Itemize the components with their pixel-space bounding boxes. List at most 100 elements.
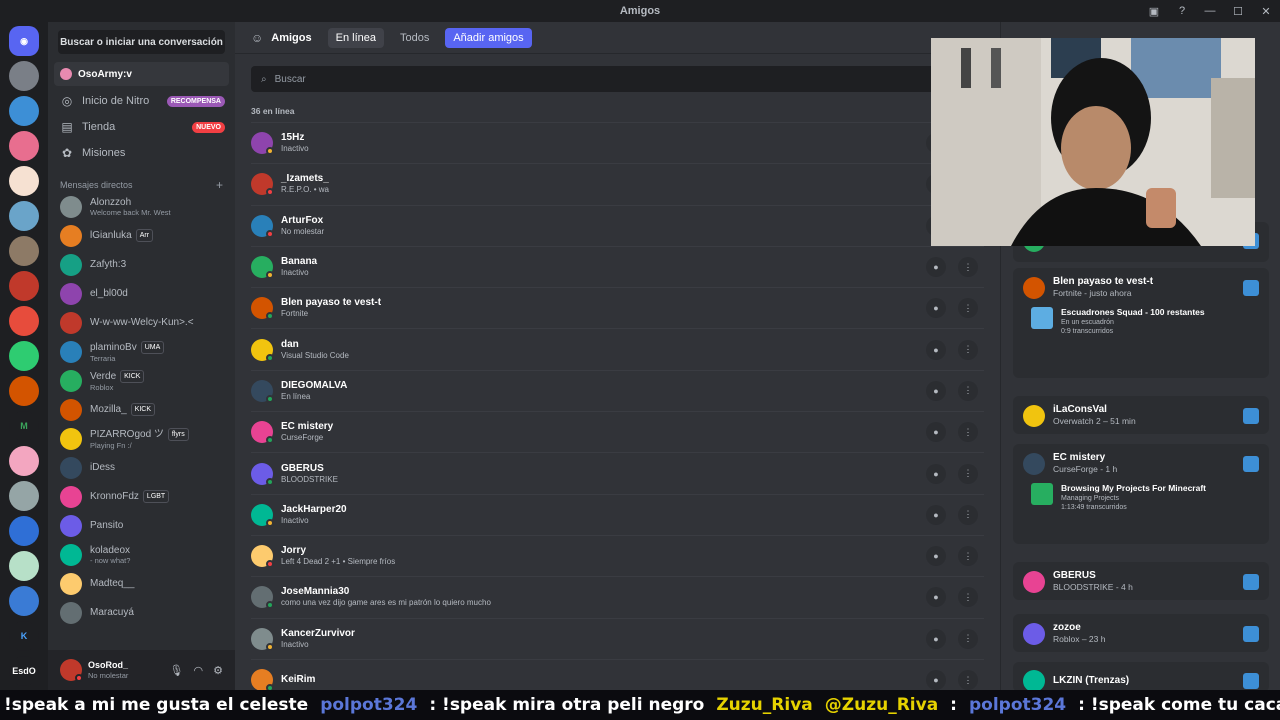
server-icon[interactable] <box>9 131 39 161</box>
nav-item-quests[interactable]: ✿ Misiones <box>48 140 235 166</box>
nav-item-nitro[interactable]: ◎ Inicio de Nitro RECOMPENSA <box>48 88 235 114</box>
more-options-icon[interactable]: ⋮ <box>958 257 978 278</box>
dm-item[interactable]: koladeox - now what? <box>48 540 235 569</box>
activity-card[interactable]: zozoe Roblox – 23 h <box>1013 614 1269 652</box>
activity-card[interactable]: LKZIN (Trenzas) <box>1013 662 1269 692</box>
friend-row[interactable]: JoseMannia30 como una vez dijo game ares … <box>251 576 984 617</box>
dm-item[interactable]: Mozilla_ KICK <box>48 395 235 424</box>
message-icon[interactable]: ● <box>926 670 946 690</box>
friend-row[interactable]: KancerZurvivor Inactivo ● ⋮ <box>251 617 984 659</box>
dm-item[interactable]: Maracuyá <box>48 598 235 627</box>
help-icon[interactable]: ? <box>1168 0 1196 22</box>
plus-icon[interactable]: + <box>216 178 223 192</box>
tab-online[interactable]: En línea <box>327 27 384 48</box>
server-icon[interactable] <box>9 481 39 511</box>
friend-row[interactable]: Banana Inactivo ● ⋮ <box>251 245 984 287</box>
dm-item[interactable]: el_bl00d <box>48 279 235 308</box>
dm-item[interactable]: Zafyth:3 <box>48 250 235 279</box>
message-icon[interactable]: ● <box>926 339 946 360</box>
activity-card[interactable]: EC mistery CurseForge - 1 h Browsing My Pr… <box>1013 444 1269 544</box>
nav-item-shop[interactable]: ▤ Tienda NUEVO <box>48 114 235 140</box>
inbox-icon[interactable]: ▣ <box>1140 0 1168 22</box>
dm-item[interactable]: iDess <box>48 453 235 482</box>
more-options-icon[interactable]: ⋮ <box>958 422 978 443</box>
search-placeholder: Buscar <box>274 73 306 85</box>
dm-item[interactable]: Pansito <box>48 511 235 540</box>
message-icon[interactable]: ● <box>926 298 946 319</box>
message-icon[interactable]: ● <box>926 504 946 525</box>
server-icon[interactable] <box>9 201 39 231</box>
friend-row[interactable]: JackHarper20 Inactivo ● ⋮ <box>251 493 984 535</box>
friend-row[interactable]: 15HzInactivo●⋮ <box>251 122 984 163</box>
dm-item[interactable]: Madteq__ <box>48 569 235 598</box>
message-icon[interactable]: ● <box>926 257 946 278</box>
dm-item[interactable]: plaminoBv UMA Terraria <box>48 337 235 366</box>
conversation-search-button[interactable]: Buscar o iniciar una conversación <box>58 30 225 54</box>
maximize-button[interactable]: ☐ <box>1224 0 1252 22</box>
server-icon[interactable] <box>9 551 39 581</box>
server-icon[interactable]: M <box>9 411 39 441</box>
friend-row[interactable]: Blen payaso te vest-t Fortnite ● ⋮ <box>251 287 984 328</box>
server-icon[interactable] <box>9 61 39 91</box>
message-icon[interactable]: ● <box>926 463 946 484</box>
add-friend-button[interactable]: Añadir amigos <box>445 27 532 48</box>
friend-row[interactable]: DIEGOMALVA En línea ● ⋮ <box>251 369 984 411</box>
dm-status: Terraria <box>90 353 116 363</box>
friend-search[interactable]: ⌕ Buscar <box>251 66 984 92</box>
avatar[interactable] <box>60 659 83 682</box>
server-icon[interactable] <box>9 376 39 406</box>
gear-icon[interactable]: ⚙ <box>213 664 223 677</box>
dm-item[interactable]: PIZARROgod ツ flyrs Playing Fn :/ <box>48 424 235 453</box>
server-icon[interactable] <box>9 446 39 476</box>
message-icon[interactable]: ● <box>926 380 946 401</box>
more-options-icon[interactable]: ⋮ <box>958 628 978 649</box>
message-icon[interactable]: ● <box>926 422 946 443</box>
dm-item[interactable]: lGianluka Arr <box>48 221 235 250</box>
server-icon[interactable] <box>9 306 39 336</box>
minimize-button[interactable]: — <box>1196 0 1224 22</box>
server-icon[interactable] <box>9 236 39 266</box>
message-icon[interactable]: ● <box>926 587 946 608</box>
more-options-icon[interactable]: ⋮ <box>958 546 978 567</box>
server-icon[interactable] <box>9 96 39 126</box>
headphones-icon[interactable]: ◠ <box>194 664 204 677</box>
activity-card[interactable]: GBERUS BLOODSTRIKE - 4 h <box>1013 562 1269 600</box>
more-options-icon[interactable]: ⋮ <box>958 380 978 401</box>
dm-item[interactable]: W-w-ww-Welcy-Kun>.< <box>48 308 235 337</box>
server-icon[interactable] <box>9 341 39 371</box>
activity-card[interactable]: Blen payaso te vest-t Fortnite - justo ah… <box>1013 268 1269 378</box>
friend-row[interactable]: EC mistery CurseForge ● ⋮ <box>251 411 984 452</box>
server-icon[interactable] <box>9 166 39 196</box>
friend-row[interactable]: dan Visual Studio Code ● ⋮ <box>251 328 984 369</box>
self-item[interactable]: OsoArmy:v <box>54 62 229 86</box>
close-button[interactable]: ✕ <box>1252 0 1280 22</box>
server-icon[interactable] <box>9 271 39 301</box>
server-icon[interactable]: K <box>9 621 39 651</box>
avatar <box>251 503 274 527</box>
dm-name: KronnoFdz LGBT <box>90 490 170 503</box>
dm-item[interactable]: KronnoFdz LGBT <box>48 482 235 511</box>
more-options-icon[interactable]: ⋮ <box>958 587 978 608</box>
more-options-icon[interactable]: ⋮ <box>958 298 978 319</box>
more-options-icon[interactable]: ⋮ <box>958 339 978 360</box>
more-options-icon[interactable]: ⋮ <box>958 670 978 690</box>
message-icon[interactable]: ● <box>926 546 946 567</box>
microphone-icon[interactable]: 🎙 <box>170 664 184 677</box>
server-list: ◉ M K EsdO <box>0 22 48 690</box>
dm-item[interactable]: Alonzzoh Welcome back Mr. West <box>48 192 235 221</box>
discord-home-icon[interactable]: ◉ <box>9 26 39 56</box>
server-icon[interactable] <box>9 516 39 546</box>
dm-item[interactable]: Verde KICK Roblox <box>48 366 235 395</box>
server-icon[interactable]: EsdO <box>9 656 39 686</box>
avatar <box>60 543 82 566</box>
more-options-icon[interactable]: ⋮ <box>958 463 978 484</box>
friend-row[interactable]: GBERUS BLOODSTRIKE ● ⋮ <box>251 452 984 493</box>
friend-row[interactable]: Jorry Left 4 Dead 2 +1 • Siempre fríos ● ⋮ <box>251 534 984 576</box>
tab-all[interactable]: Todos <box>392 28 437 48</box>
server-icon[interactable] <box>9 586 39 616</box>
activity-card[interactable]: iLaConsVal Overwatch 2 – 51 min <box>1013 396 1269 434</box>
message-icon[interactable]: ● <box>926 628 946 649</box>
friend-row[interactable]: ArturFoxNo molestar●⋮ <box>251 204 984 246</box>
friend-row[interactable]: _Izamets_R.E.P.O. • wa●⋮ <box>251 163 984 204</box>
more-options-icon[interactable]: ⋮ <box>958 504 978 525</box>
